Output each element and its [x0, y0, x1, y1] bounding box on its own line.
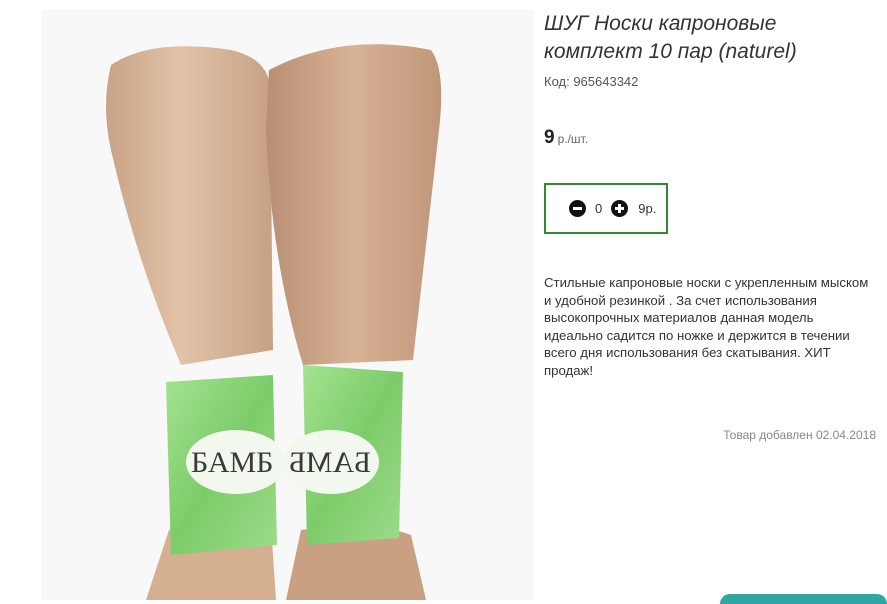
- product-photo: БАМБ БАМБ: [41, 10, 534, 600]
- price-amount: 9: [544, 127, 555, 148]
- product-price: 9 р./шт.: [544, 127, 588, 149]
- minus-circle-icon[interactable]: [569, 200, 586, 217]
- quantity-total: 9р.: [638, 201, 657, 216]
- price-unit: р./шт.: [557, 132, 589, 146]
- quantity-stepper: 0 9р.: [544, 183, 668, 234]
- quantity-value[interactable]: 0: [595, 201, 602, 216]
- product-title: ШУГ Носки капроновые комплект 10 пар (na…: [544, 12, 797, 63]
- bottom-corner-widget[interactable]: [720, 594, 887, 604]
- product-sku: Код: 965643342: [544, 74, 639, 89]
- right-band-text: БАМБ: [289, 446, 371, 479]
- right-sock: [266, 44, 442, 365]
- added-date: Товар добавлен 02.04.2018: [723, 428, 876, 442]
- plus-circle-icon[interactable]: [611, 200, 629, 217]
- product-description: Стильные капроновые носки с укрепленным …: [544, 275, 869, 378]
- product-image[interactable]: БАМБ БАМБ: [41, 10, 534, 600]
- left-band-text: БАМБ: [191, 446, 273, 479]
